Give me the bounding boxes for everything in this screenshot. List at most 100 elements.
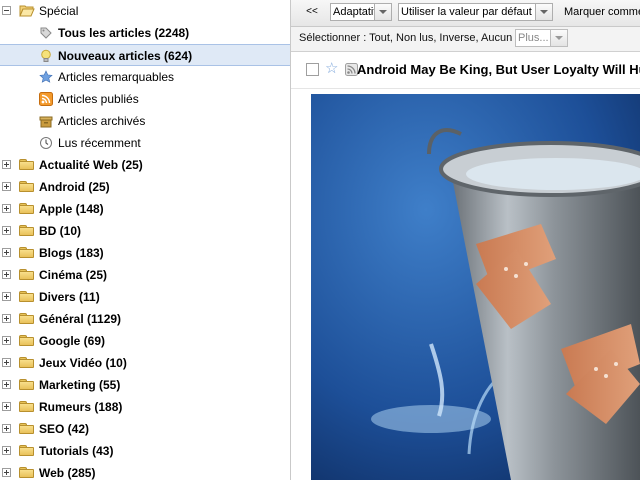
tag-icon (39, 26, 53, 40)
special-item-label: Tous les articles (2248) (58, 26, 190, 40)
special-item-label: Articles remarquables (58, 70, 175, 84)
folder-icon (19, 181, 34, 192)
category-item[interactable]: Android (25) (0, 176, 290, 198)
folder-icon (19, 159, 34, 170)
more-actions-select[interactable]: Plus... (515, 29, 568, 47)
expand-toggle-icon[interactable] (2, 270, 11, 279)
expand-toggle-icon[interactable] (2, 314, 11, 323)
view-mode-select[interactable]: Adaptatif (330, 3, 392, 21)
article-title[interactable]: Android May Be King, But User Loyalty Wi… (357, 62, 640, 77)
category-item[interactable]: BD (10) (0, 220, 290, 242)
folder-icon (19, 423, 34, 434)
tree-node-special[interactable]: Spécial (0, 0, 290, 22)
expand-toggle-icon[interactable] (2, 380, 11, 389)
special-item[interactable]: Tous les articles (2248) (0, 22, 290, 44)
expand-toggle-icon[interactable] (2, 204, 11, 213)
category-item[interactable]: Blogs (183) (0, 242, 290, 264)
headlines-toolbar: << Adaptatif Utiliser la valeur par défa… (291, 0, 640, 27)
category-item[interactable]: Tutorials (43) (0, 440, 290, 462)
expand-toggle-icon[interactable] (2, 336, 11, 345)
special-item[interactable]: Articles archivés (0, 110, 290, 132)
category-item[interactable]: Général (1129) (0, 308, 290, 330)
category-label: Divers (11) (39, 290, 100, 304)
folder-icon (19, 291, 34, 302)
category-label: Android (25) (39, 180, 110, 194)
category-label: SEO (42) (39, 422, 90, 436)
category-label: Actualité Web (25) (39, 158, 143, 172)
expand-toggle-icon[interactable] (2, 358, 11, 367)
chevron-down-icon (550, 30, 567, 46)
expand-toggle-icon[interactable] (2, 424, 11, 433)
folder-icon (19, 445, 34, 456)
chevron-down-icon (374, 4, 391, 20)
more-actions-value: Plus... (518, 32, 549, 44)
category-label: BD (10) (39, 224, 82, 238)
clock-icon (39, 136, 53, 150)
mark-as-read-button[interactable]: Marquer comme lu (564, 6, 640, 18)
category-item[interactable]: Cinéma (25) (0, 264, 290, 286)
rss-icon (39, 92, 53, 106)
category-item[interactable]: Divers (11) (0, 286, 290, 308)
folder-icon (19, 269, 34, 280)
expand-toggle-icon[interactable] (2, 468, 11, 477)
selection-links[interactable]: Sélectionner : Tout, Non lus, Inverse, A… (299, 32, 512, 44)
category-item[interactable]: SEO (42) (0, 418, 290, 440)
category-item[interactable]: Apple (148) (0, 198, 290, 220)
category-item[interactable]: Web (285) (0, 462, 290, 480)
special-item-label: Articles archivés (58, 114, 146, 128)
folder-icon (19, 379, 34, 390)
special-item[interactable]: Lus récemment (0, 132, 290, 154)
special-item[interactable]: Articles publiés (0, 88, 290, 110)
folder-icon (19, 313, 34, 324)
category-item[interactable]: Marketing (55) (0, 374, 290, 396)
limit-select[interactable]: Utiliser la valeur par défaut (398, 3, 553, 21)
category-label: Apple (148) (39, 202, 104, 216)
category-label: Général (1129) (39, 312, 122, 326)
expand-toggle-icon[interactable] (2, 402, 11, 411)
special-item-label: Lus récemment (58, 136, 141, 150)
category-label: Tutorials (43) (39, 444, 114, 458)
expand-toggle-icon[interactable] (2, 248, 11, 257)
expand-toggle-icon[interactable] (2, 446, 11, 455)
category-label: Blogs (183) (39, 246, 104, 260)
expand-toggle-icon[interactable] (2, 292, 11, 301)
category-item[interactable]: Rumeurs (188) (0, 396, 290, 418)
star-icon[interactable]: ☆ (325, 61, 338, 76)
star-icon (39, 70, 53, 84)
folder-icon (19, 467, 34, 478)
special-item-label: Articles publiés (58, 92, 139, 106)
open-folder-icon (19, 4, 35, 17)
folder-icon (19, 335, 34, 346)
article-image (311, 94, 640, 480)
expand-toggle-icon[interactable] (2, 226, 11, 235)
category-label: Marketing (55) (39, 378, 121, 392)
folder-icon (19, 357, 34, 368)
chevron-down-icon (535, 4, 552, 20)
expand-toggle-icon[interactable] (2, 182, 11, 191)
expand-toggle-icon[interactable] (2, 160, 11, 169)
collapse-sidebar-button[interactable]: << (299, 3, 325, 21)
folder-icon (19, 247, 34, 258)
category-item[interactable]: Google (69) (0, 330, 290, 352)
category-item[interactable]: Actualité Web (25) (0, 154, 290, 176)
bulb-icon (39, 49, 53, 63)
category-label: Cinéma (25) (39, 268, 108, 282)
collapse-toggle-icon[interactable] (2, 6, 11, 15)
selection-toolbar: Sélectionner : Tout, Non lus, Inverse, A… (291, 27, 640, 52)
category-label: Web (285) (39, 466, 96, 480)
folder-icon (19, 203, 34, 214)
article-header: ☆ Android May Be King, But User Loyalty … (291, 52, 640, 89)
article-select-checkbox[interactable] (306, 63, 319, 76)
view-mode-value: Adaptatif (333, 6, 377, 18)
archive-icon (39, 114, 53, 128)
folder-icon (19, 401, 34, 412)
category-label: Jeux Vidéo (10) (39, 356, 127, 370)
article-pane: << Adaptatif Utiliser la valeur par défa… (291, 0, 640, 480)
folder-icon (19, 225, 34, 236)
special-item[interactable]: Articles remarquables (0, 66, 290, 88)
special-item[interactable]: Nouveaux articles (624) (0, 44, 290, 66)
sidebar-feed-tree: Spécial Tous les articles (2248) Nouveaux… (0, 0, 291, 480)
special-item-label: Nouveaux articles (624) (58, 49, 193, 63)
category-item[interactable]: Jeux Vidéo (10) (0, 352, 290, 374)
category-label: Rumeurs (188) (39, 400, 123, 414)
